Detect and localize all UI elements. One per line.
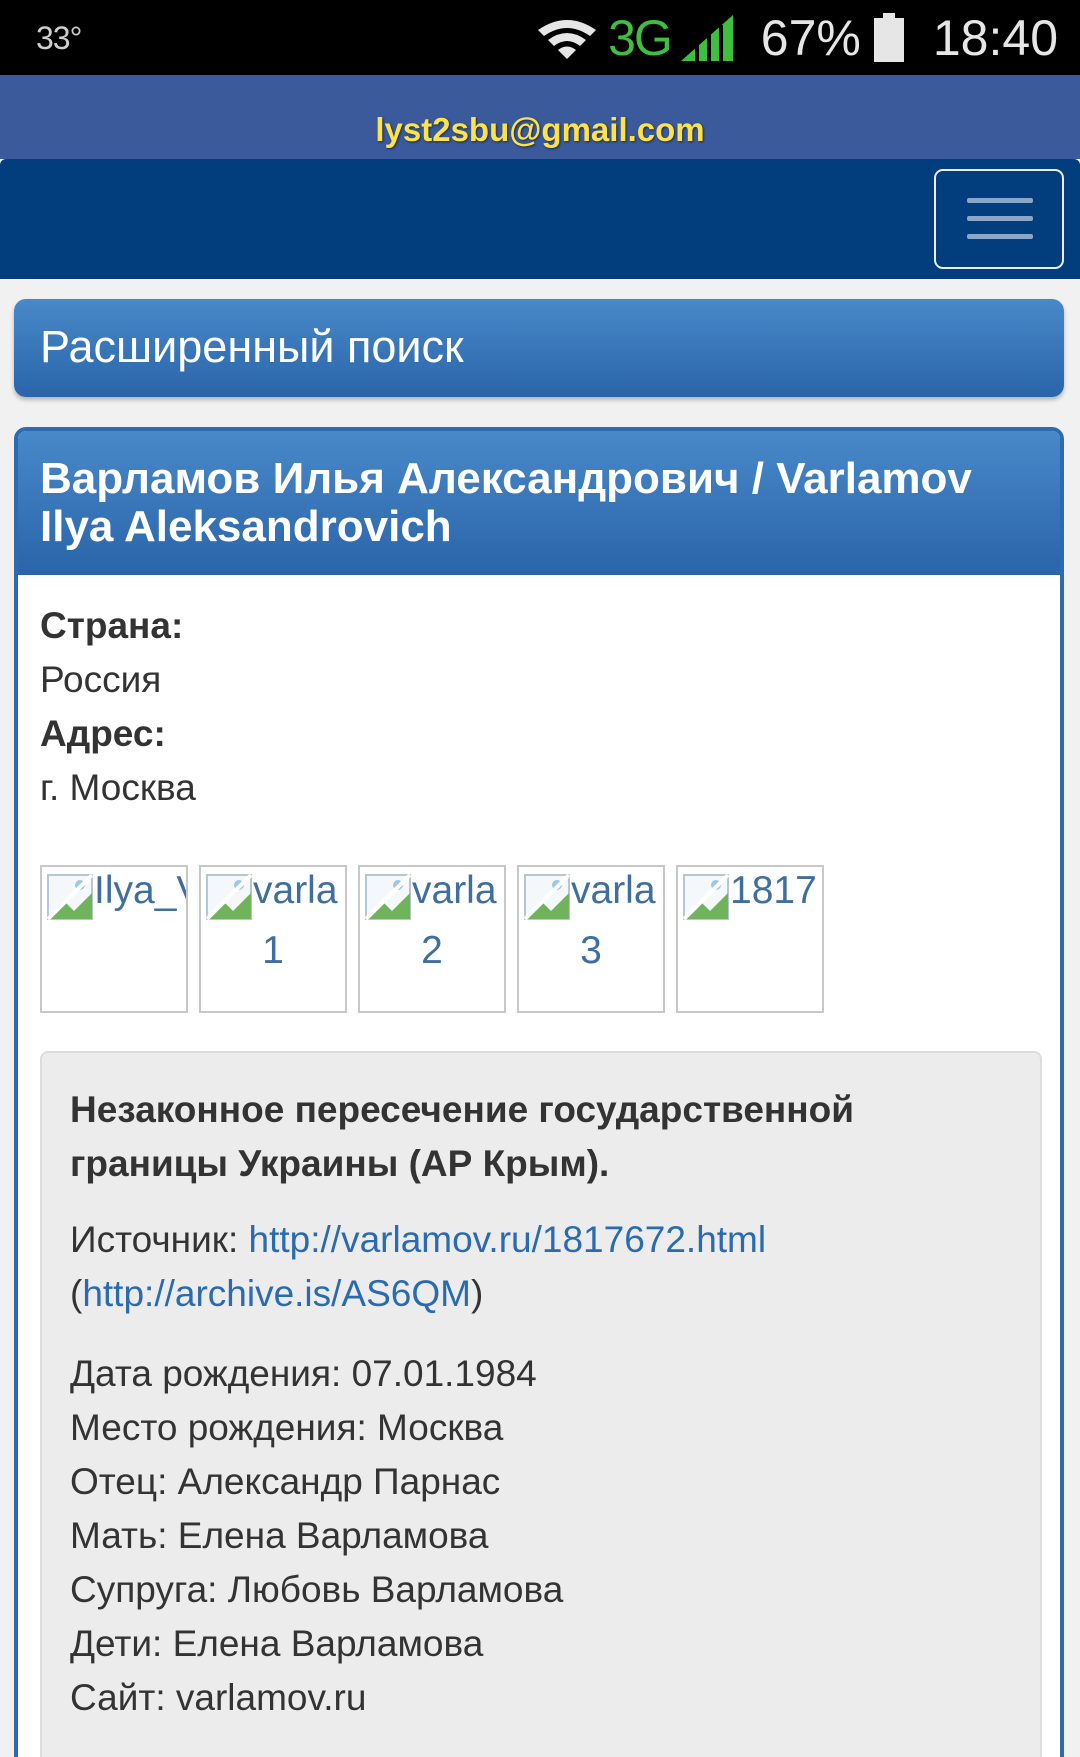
person-panel: Варламов Илья Александрович / Varlamov I… — [14, 427, 1064, 1757]
thumbnail-alt-text: Ilya_V — [94, 869, 186, 912]
photo-thumbnail[interactable]: varla 1 — [199, 865, 347, 1013]
broken-image-icon — [682, 873, 730, 921]
offense-title: Незаконное пересечение государственной г… — [70, 1089, 854, 1184]
broken-image-icon — [364, 873, 412, 921]
photo-thumbnail[interactable]: Ilya_V — [40, 865, 188, 1013]
fact-spouse: Супруга: Любовь Варламова — [70, 1569, 564, 1610]
address-label: Адрес: — [40, 713, 166, 754]
address-value: г. Москва — [40, 767, 196, 808]
thumbnail-alt-text: varla — [412, 869, 497, 912]
photo-thumbnail[interactable]: 1817 — [676, 865, 824, 1013]
fact-birth-place: Место рождения: Москва — [70, 1407, 504, 1448]
fact-children: Дети: Елена Варламова — [70, 1623, 484, 1664]
wifi-icon — [538, 20, 597, 59]
archive-close-paren: ) — [470, 1273, 484, 1314]
contact-bar: lyst2sbu@gmail.com — [0, 75, 1080, 159]
fact-birth-date: Дата рождения: 07.01.1984 — [70, 1353, 537, 1394]
hamburger-icon — [967, 234, 1033, 239]
status-bar: 33° 3G 67% 18:40 — [0, 0, 1080, 75]
network-type: 3G — [608, 10, 673, 66]
facts-list: Дата рождения: 07.01.1984 Место рождения… — [70, 1347, 1012, 1725]
person-name: Варламов Илья Александрович / Varlamov I… — [40, 454, 972, 551]
advanced-search-label: Расширенный поиск — [40, 321, 464, 372]
source-label: Источник: — [70, 1219, 239, 1260]
battery-percent: 67% — [760, 10, 861, 66]
status-icons: 3G 67% 18:40 — [536, 8, 1058, 68]
country-value: Россия — [40, 659, 162, 700]
details-well: Незаконное пересечение государственной г… — [40, 1051, 1042, 1757]
person-info: Страна: Россия Адрес: г. Москва — [18, 575, 1060, 815]
navbar — [0, 159, 1080, 279]
thumbnail-alt-text-2: 1 — [262, 929, 284, 972]
advanced-search-panel[interactable]: Расширенный поиск — [14, 299, 1064, 397]
photo-thumbnail[interactable]: varla 3 — [517, 865, 665, 1013]
broken-image-icon — [523, 873, 571, 921]
signal-icon — [680, 15, 733, 61]
clock: 18:40 — [932, 10, 1058, 66]
archive-link[interactable]: http://archive.is/AS6QM — [82, 1273, 471, 1314]
battery-icon — [873, 13, 904, 62]
fact-mother: Мать: Елена Варламова — [70, 1515, 489, 1556]
source-line: Источник: http://varlamov.ru/1817672.htm… — [70, 1213, 1012, 1321]
broken-image-icon — [46, 873, 94, 921]
menu-toggle-button[interactable] — [934, 169, 1064, 269]
country-label: Страна: — [40, 605, 184, 646]
thumbnail-alt-text: varla — [571, 869, 656, 912]
thumbnail-alt-text: varla — [253, 869, 338, 912]
fact-website: Сайт: varlamov.ru — [70, 1677, 367, 1718]
broken-image-icon — [205, 873, 253, 921]
contact-email-link[interactable]: lyst2sbu@gmail.com — [375, 111, 704, 149]
hamburger-icon — [967, 216, 1033, 221]
thumbnail-alt-text: 1817 — [730, 869, 817, 912]
thumbnail-alt-text-2: 2 — [421, 929, 443, 972]
temperature-indicator: 33° — [36, 20, 82, 56]
archive-open-paren: ( — [70, 1273, 83, 1314]
photo-thumbnail[interactable]: varla 2 — [358, 865, 506, 1013]
photo-thumbnails: Ilya_V varla 1 varla 2 — [40, 865, 835, 1013]
thumbnail-alt-text-2: 3 — [580, 929, 602, 972]
fact-father: Отец: Александр Парнас — [70, 1461, 501, 1502]
person-panel-heading: Варламов Илья Александрович / Varlamov I… — [18, 431, 1060, 575]
source-link[interactable]: http://varlamov.ru/1817672.html — [249, 1219, 767, 1260]
hamburger-icon — [967, 198, 1033, 203]
